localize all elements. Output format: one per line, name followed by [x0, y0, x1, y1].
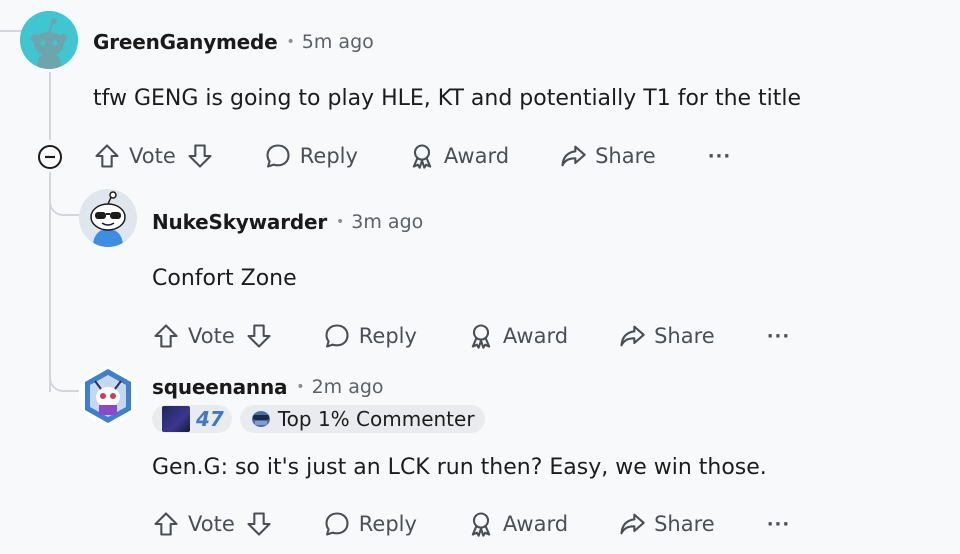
thread-connector-2: [49, 362, 79, 392]
award-icon: [412, 144, 432, 169]
comment-body: Gen.G: so it's just an LCK run then? Eas…: [152, 455, 767, 480]
more-icon[interactable]: ···: [708, 146, 732, 167]
flair-image-icon: [162, 406, 190, 432]
reply-icon: [325, 512, 349, 536]
award-label: Award: [502, 512, 569, 536]
top-commenter-icon: [251, 411, 270, 427]
comment-header: squeenanna • 2m ago: [152, 373, 384, 401]
username[interactable]: GreenGanymede: [93, 30, 278, 54]
thread-line-root: [49, 72, 51, 140]
share-icon: [620, 325, 645, 347]
reply-label: Reply: [299, 144, 358, 168]
more-icon[interactable]: ···: [767, 326, 791, 347]
reply-button[interactable]: Reply: [264, 142, 358, 170]
share-icon: [561, 145, 586, 167]
flair-number: 47: [196, 407, 224, 431]
award-label: Award: [443, 144, 510, 168]
reply-button[interactable]: Reply: [323, 510, 417, 538]
upvote-button[interactable]: [152, 510, 180, 538]
collapse-icon: [38, 145, 62, 169]
username[interactable]: squeenanna: [152, 375, 287, 399]
downvote-button[interactable]: [245, 322, 273, 350]
reply-label: Reply: [358, 512, 417, 536]
share-icon: [620, 513, 645, 535]
avatar[interactable]: [79, 367, 137, 425]
share-label: Share: [595, 144, 656, 168]
user-flair[interactable]: 47: [152, 405, 232, 433]
share-label: Share: [654, 512, 715, 536]
action-bar: Vote Reply Award Share ···: [93, 136, 731, 176]
upvote-icon: [95, 144, 119, 168]
vote-label: Vote: [188, 512, 235, 536]
snoo-avatar-icon: [85, 369, 131, 423]
separator-dot: •: [336, 214, 345, 230]
timestamp[interactable]: 2m ago: [312, 376, 384, 398]
award-button[interactable]: Award: [467, 322, 568, 350]
award-button[interactable]: Award: [408, 142, 509, 170]
upvote-icon: [154, 324, 178, 348]
vote-label: Vote: [129, 144, 176, 168]
share-button[interactable]: Share: [559, 142, 656, 170]
action-bar: Vote Reply Award Share ···: [152, 316, 790, 356]
thread-connector-1: [49, 186, 79, 216]
sunglasses-snoo-avatar-icon: [79, 189, 137, 247]
comment-header: NukeSkywarder • 3m ago: [152, 208, 423, 236]
share-button[interactable]: Share: [618, 322, 715, 350]
separator-dot: •: [296, 379, 305, 395]
collapse-button[interactable]: [36, 143, 64, 171]
separator-dot: •: [286, 34, 295, 50]
avatar[interactable]: [79, 189, 137, 247]
user-flair-row: 47 Top 1% Commenter: [152, 405, 485, 433]
username[interactable]: NukeSkywarder: [152, 210, 327, 234]
reply-button[interactable]: Reply: [323, 322, 417, 350]
reply-icon: [266, 144, 290, 168]
downvote-icon: [188, 144, 212, 168]
more-icon[interactable]: ···: [767, 514, 791, 535]
timestamp[interactable]: 3m ago: [351, 211, 423, 233]
comment-header: GreenGanymede • 5m ago: [93, 28, 374, 56]
award-label: Award: [502, 324, 569, 348]
upvote-button[interactable]: [152, 322, 180, 350]
snoo-avatar-icon: [20, 11, 78, 69]
downvote-icon: [247, 324, 271, 348]
downvote-button[interactable]: [245, 510, 273, 538]
comment-body: Confort Zone: [152, 266, 297, 291]
comment-body: tfw GENG is going to play HLE, KT and po…: [93, 86, 802, 111]
avatar[interactable]: [20, 11, 78, 69]
downvote-button[interactable]: [186, 142, 214, 170]
thread-connector-top: [0, 30, 22, 32]
reply-icon: [325, 324, 349, 348]
downvote-icon: [247, 512, 271, 536]
upvote-icon: [154, 512, 178, 536]
timestamp[interactable]: 5m ago: [302, 31, 374, 53]
award-icon: [471, 324, 491, 349]
top-commenter-badge[interactable]: Top 1% Commenter: [239, 405, 485, 433]
award-button[interactable]: Award: [467, 510, 568, 538]
reply-label: Reply: [358, 324, 417, 348]
share-button[interactable]: Share: [618, 510, 715, 538]
upvote-button[interactable]: [93, 142, 121, 170]
badge-label: Top 1% Commenter: [277, 407, 475, 431]
award-icon: [471, 512, 491, 537]
action-bar: Vote Reply Award Share ···: [152, 504, 790, 544]
vote-label: Vote: [188, 324, 235, 348]
share-label: Share: [654, 324, 715, 348]
